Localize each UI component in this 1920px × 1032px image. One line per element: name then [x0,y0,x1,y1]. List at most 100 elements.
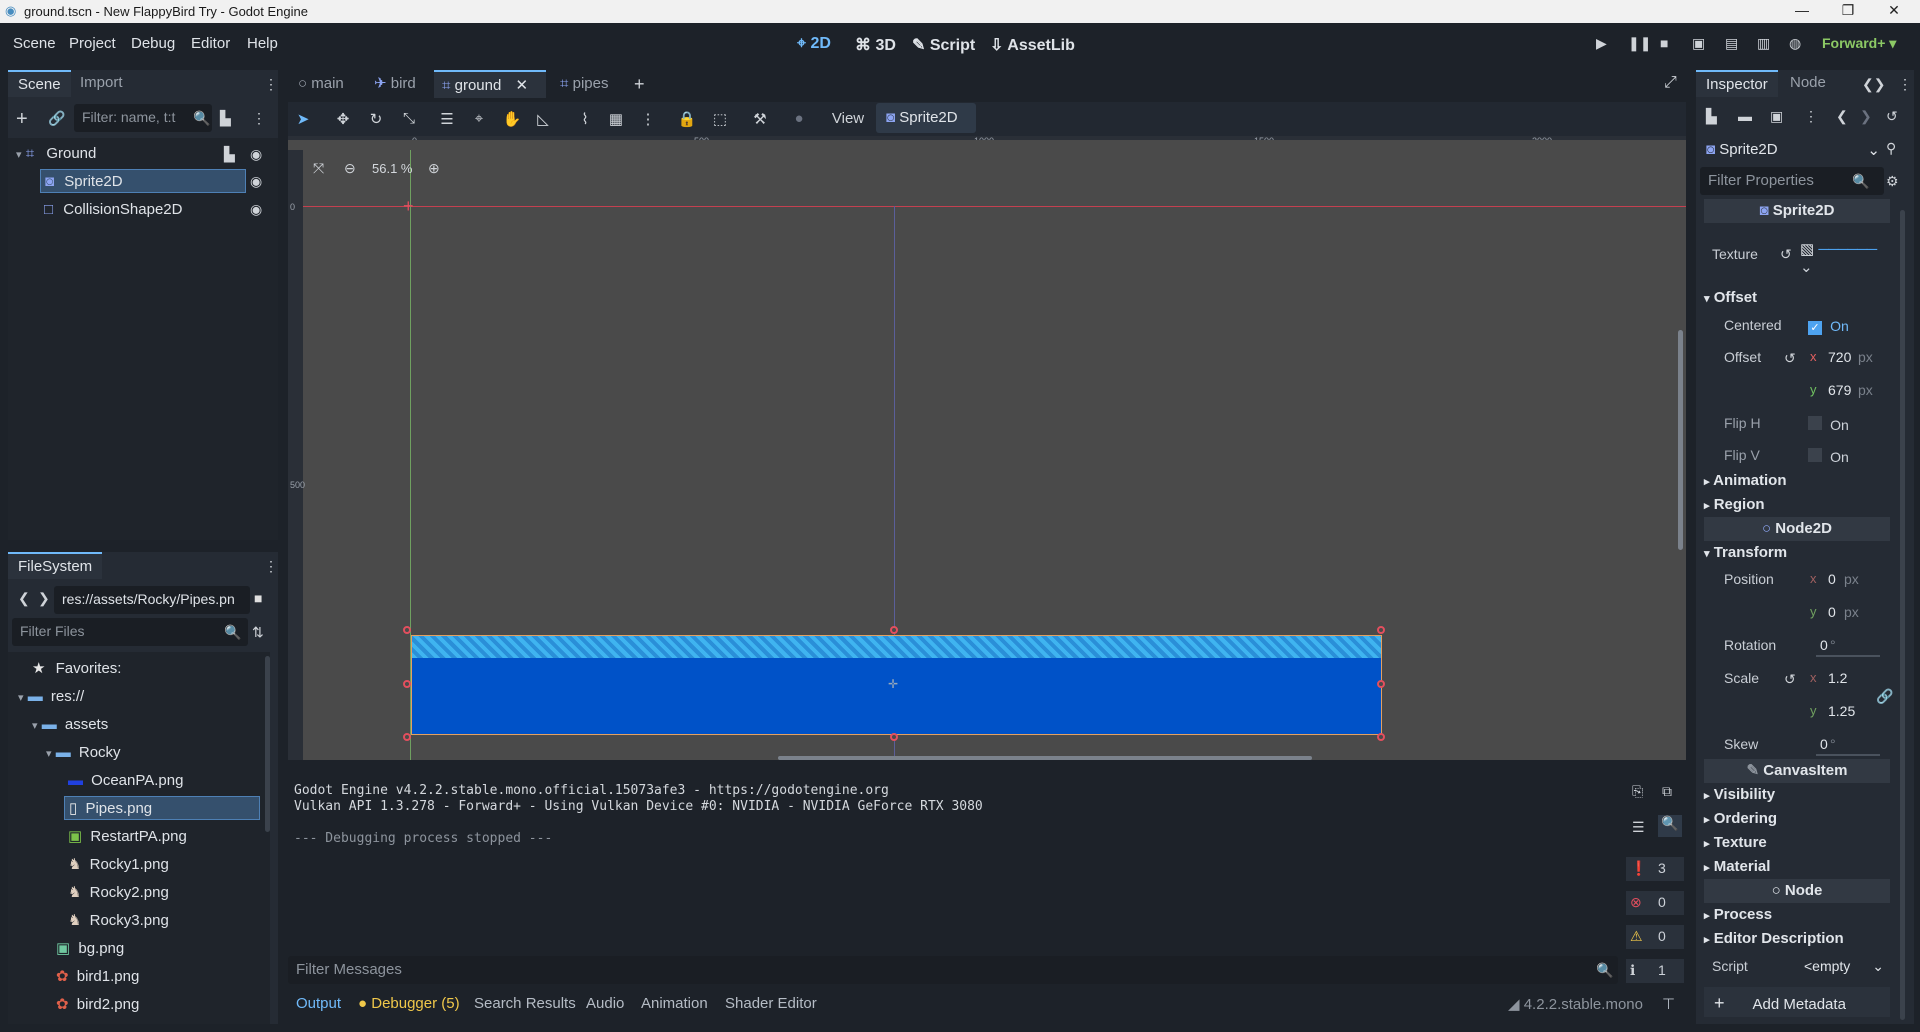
tab-main[interactable]: ○ main [290,70,352,98]
list-item[interactable]: ▣ RestartPA.png [68,825,187,849]
path-field[interactable]: res://assets/Rocky/Pipes.pn [54,586,250,614]
list-item[interactable]: ▾ ▬ assets [32,713,108,737]
new-resource-icon[interactable]: ▙ [1706,108,1717,125]
flip-v-checkbox[interactable]: On [1808,448,1849,466]
scrollbar[interactable] [265,656,270,832]
view-menu[interactable]: View [828,110,868,127]
resize-handle[interactable] [890,733,898,741]
play-scene-icon[interactable]: ▤ [1725,35,1738,52]
section-editor-description[interactable]: ▸ Editor Description [1704,928,1890,950]
horizontal-scrollbar[interactable] [778,756,1312,760]
workspace-3d[interactable]: ⌘ 3D [855,35,896,55]
tab-bird[interactable]: ✈ bird [366,70,424,98]
tab-filesystem[interactable]: FileSystem [8,552,103,579]
remote-debug-icon[interactable]: ▣ [1692,35,1705,52]
minimize-icon[interactable]: — [1782,2,1822,18]
visibility-eye-icon[interactable]: ◉ [250,173,262,190]
history-forward-icon[interactable]: ❯ [1860,108,1872,125]
group-icon[interactable]: ⬚ [707,110,733,128]
list-item[interactable]: ▯ Pipes.png [64,796,260,820]
tab-scene[interactable]: Scene [8,70,71,97]
scale-x-field[interactable]: x 1.2 [1804,664,1876,692]
tab-search-results[interactable]: Search Results [474,995,576,1012]
play-icon[interactable]: ▶ [1596,35,1607,52]
tab-inspector[interactable]: Inspector [1696,70,1778,97]
movie-maker-icon[interactable]: ◍ [1789,35,1801,52]
visibility-eye-icon[interactable]: ◉ [250,146,262,163]
class-header-canvasitem[interactable]: ✎ CanvasItem [1704,759,1890,783]
revert-icon[interactable]: ↺ [1784,671,1796,688]
rotation-slider[interactable]: 0 ° [1812,631,1886,659]
offset-x-field[interactable]: x 720 px [1804,343,1886,371]
center-view-icon[interactable]: ⤧ [313,160,324,177]
section-transform[interactable]: ▾ Transform [1704,542,1890,564]
menu-scene[interactable]: Scene [13,35,56,52]
ruler-tool-icon[interactable]: ◺ [530,110,556,128]
list-item[interactable]: ▣ bg.png [56,937,124,961]
add-metadata-button[interactable]: + Add Metadata [1704,987,1890,1017]
vertical-scrollbar[interactable] [1678,330,1683,550]
save-resource-icon[interactable]: ▣ [1770,108,1783,125]
list-select-icon[interactable]: ☰ [434,110,460,128]
list-item[interactable]: ✿ bird1.png [56,965,139,989]
list-item[interactable]: ★ Favorites: [32,657,121,681]
pause-icon[interactable]: ❚❚ [1628,35,1651,52]
tree-node-sprite2d[interactable]: ◙ Sprite2D [40,169,246,193]
open-resource-icon[interactable]: ▬ [1738,108,1752,124]
inspector-scrollbar[interactable] [1900,210,1905,1020]
list-item[interactable]: ✿ bird2.png [56,993,139,1017]
dock-menu-icon[interactable]: ⋮ [1898,76,1912,93]
pivot-tool-icon[interactable]: ⌖ [466,110,492,127]
menu-debug[interactable]: Debug [131,35,175,52]
list-item[interactable]: ♞ Rocky1.png [68,853,169,877]
object-selector[interactable]: ◙ Sprite2D ⌄ [1700,135,1884,163]
section-process[interactable]: ▸ Process [1704,904,1890,926]
section-animation[interactable]: ▸ Animation [1704,470,1890,492]
split-mode-icon[interactable]: ■ [254,590,262,606]
section-ordering[interactable]: ▸ Ordering [1704,808,1890,830]
section-texture[interactable]: ▸ Texture [1704,832,1890,854]
visibility-toggle-icon[interactable]: ● [786,110,812,127]
offset-y-field[interactable]: y 679 px [1804,376,1886,404]
section-region[interactable]: ▸ Region [1704,494,1890,516]
move-tool-icon[interactable]: ✥ [330,110,356,128]
class-header-node[interactable]: ○ Node [1704,879,1890,903]
dock-menu-icon[interactable]: ⋮ [264,558,278,575]
tree-node-collisionshape2d[interactable]: □ CollisionShape2D [44,198,182,222]
workspace-assetlib[interactable]: ⇩ AssetLib [990,35,1075,55]
workspace-script[interactable]: ✎ Script [912,35,975,55]
tab-pipes[interactable]: ⌗ pipes [552,70,616,98]
skew-slider[interactable]: 0 ° [1812,730,1886,758]
pin-panel-icon[interactable]: ⊤ [1662,995,1675,1013]
sort-icon[interactable]: ⇅ [252,624,264,641]
history-icon[interactable]: ↺ [1886,108,1898,125]
smart-snap-icon[interactable]: ⌇ [572,110,598,128]
menu-editor[interactable]: Editor [191,35,230,52]
scale-y-field[interactable]: y 1.25 [1804,697,1876,725]
collapse-dock-icon[interactable]: ❮❯ [1862,76,1885,93]
link-scale-icon[interactable]: 🔗 [1876,688,1893,705]
scale-tool-icon[interactable]: ⤡ [396,110,422,127]
maximize-icon[interactable]: ❐ [1828,2,1868,19]
tab-ground[interactable]: ⌗ ground ✕ [434,70,546,98]
menu-help[interactable]: Help [247,35,278,52]
tab-output[interactable]: Output [296,995,341,1012]
collapse-arrow-icon[interactable]: ▾ [32,720,38,732]
script-attach-icon[interactable]: ▙ [220,110,231,127]
filter-messages-input[interactable]: Filter Messages [288,956,1618,984]
flip-h-checkbox[interactable]: On [1808,416,1849,434]
zoom-level[interactable]: 56.1 % [372,161,412,176]
workspace-2d[interactable]: ⌖ 2D [797,35,831,53]
add-node-icon[interactable]: + [16,108,28,131]
script-icon[interactable]: ▙ [224,146,235,163]
class-header-sprite2d[interactable]: ◙ Sprite2D [1704,199,1890,223]
scene-filter-input[interactable]: Filter: name, t:t [74,104,212,132]
rotate-tool-icon[interactable]: ↻ [363,110,389,128]
messages-filter[interactable]: ❗ 3 [1626,857,1684,881]
resize-handle[interactable] [403,626,411,634]
zoom-out-icon[interactable]: ⊖ [344,160,356,177]
skeleton-icon[interactable]: ⚒ [747,110,773,128]
script-field[interactable]: <empty ⌄ [1800,952,1886,980]
play-custom-scene-icon[interactable]: ▥ [1757,35,1770,52]
section-material[interactable]: ▸ Material [1704,856,1890,878]
